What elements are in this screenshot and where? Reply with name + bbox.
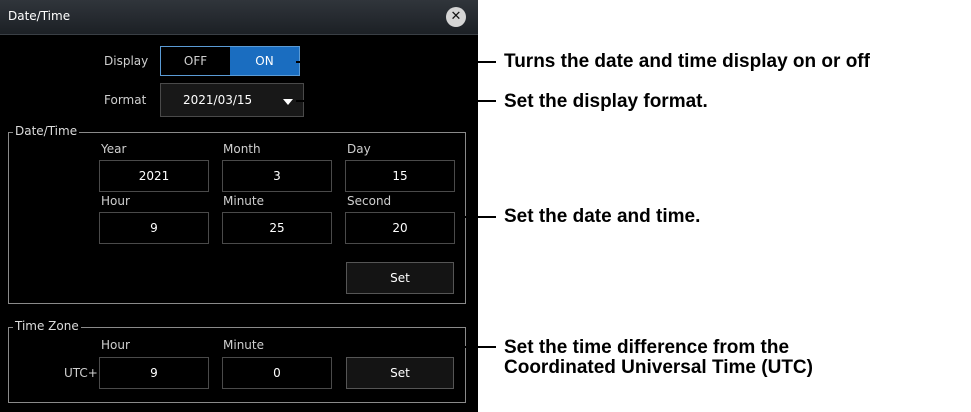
minute-input[interactable]: 25 (222, 212, 332, 244)
callout-line-datetime (457, 216, 496, 218)
title-bar: Date/Time ✕ (0, 0, 478, 35)
tz-minute-input[interactable]: 0 (222, 357, 332, 389)
annotation-timezone-1: Set the time difference from the (504, 337, 790, 358)
annotation-datetime: Set the date and time. (504, 206, 701, 227)
year-label: Year (101, 142, 127, 156)
day-input[interactable]: 15 (345, 160, 455, 192)
callout-line-timezone (457, 346, 496, 348)
callout-line-display (296, 61, 496, 63)
datetime-group-label: Date/Time (13, 124, 80, 138)
tz-minute-label: Minute (223, 338, 264, 352)
month-label: Month (223, 142, 261, 156)
format-select[interactable]: 2021/03/15 (160, 83, 304, 117)
second-input[interactable]: 20 (345, 212, 455, 244)
hour-input[interactable]: 9 (99, 212, 209, 244)
chevron-down-icon (283, 99, 293, 105)
annotation-display: Turns the date and time display on or of… (504, 51, 870, 72)
timezone-set-button[interactable]: Set (346, 357, 454, 389)
display-on-button[interactable]: ON (230, 47, 299, 75)
format-label: Format (104, 93, 147, 107)
utc-label: UTC+ (64, 366, 98, 380)
annotation-timezone-2: Coordinated Universal Time (UTC) (504, 357, 813, 378)
annotation-format: Set the display format. (504, 91, 708, 112)
display-off-button[interactable]: OFF (161, 47, 230, 75)
year-input[interactable]: 2021 (99, 160, 209, 192)
tz-hour-label: Hour (101, 338, 130, 352)
callout-line-format (296, 100, 496, 102)
day-label: Day (347, 142, 371, 156)
hour-label: Hour (101, 194, 130, 208)
close-icon[interactable]: ✕ (446, 7, 466, 27)
dialog-title: Date/Time (8, 9, 71, 23)
display-toggle[interactable]: OFF ON (160, 46, 300, 76)
second-label: Second (347, 194, 392, 208)
timezone-group-label: Time Zone (13, 319, 81, 333)
minute-label: Minute (223, 194, 264, 208)
datetime-set-button[interactable]: Set (346, 262, 454, 294)
tz-hour-input[interactable]: 9 (99, 357, 209, 389)
display-label: Display (104, 54, 149, 68)
format-value: 2021/03/15 (183, 93, 253, 107)
month-input[interactable]: 3 (222, 160, 332, 192)
